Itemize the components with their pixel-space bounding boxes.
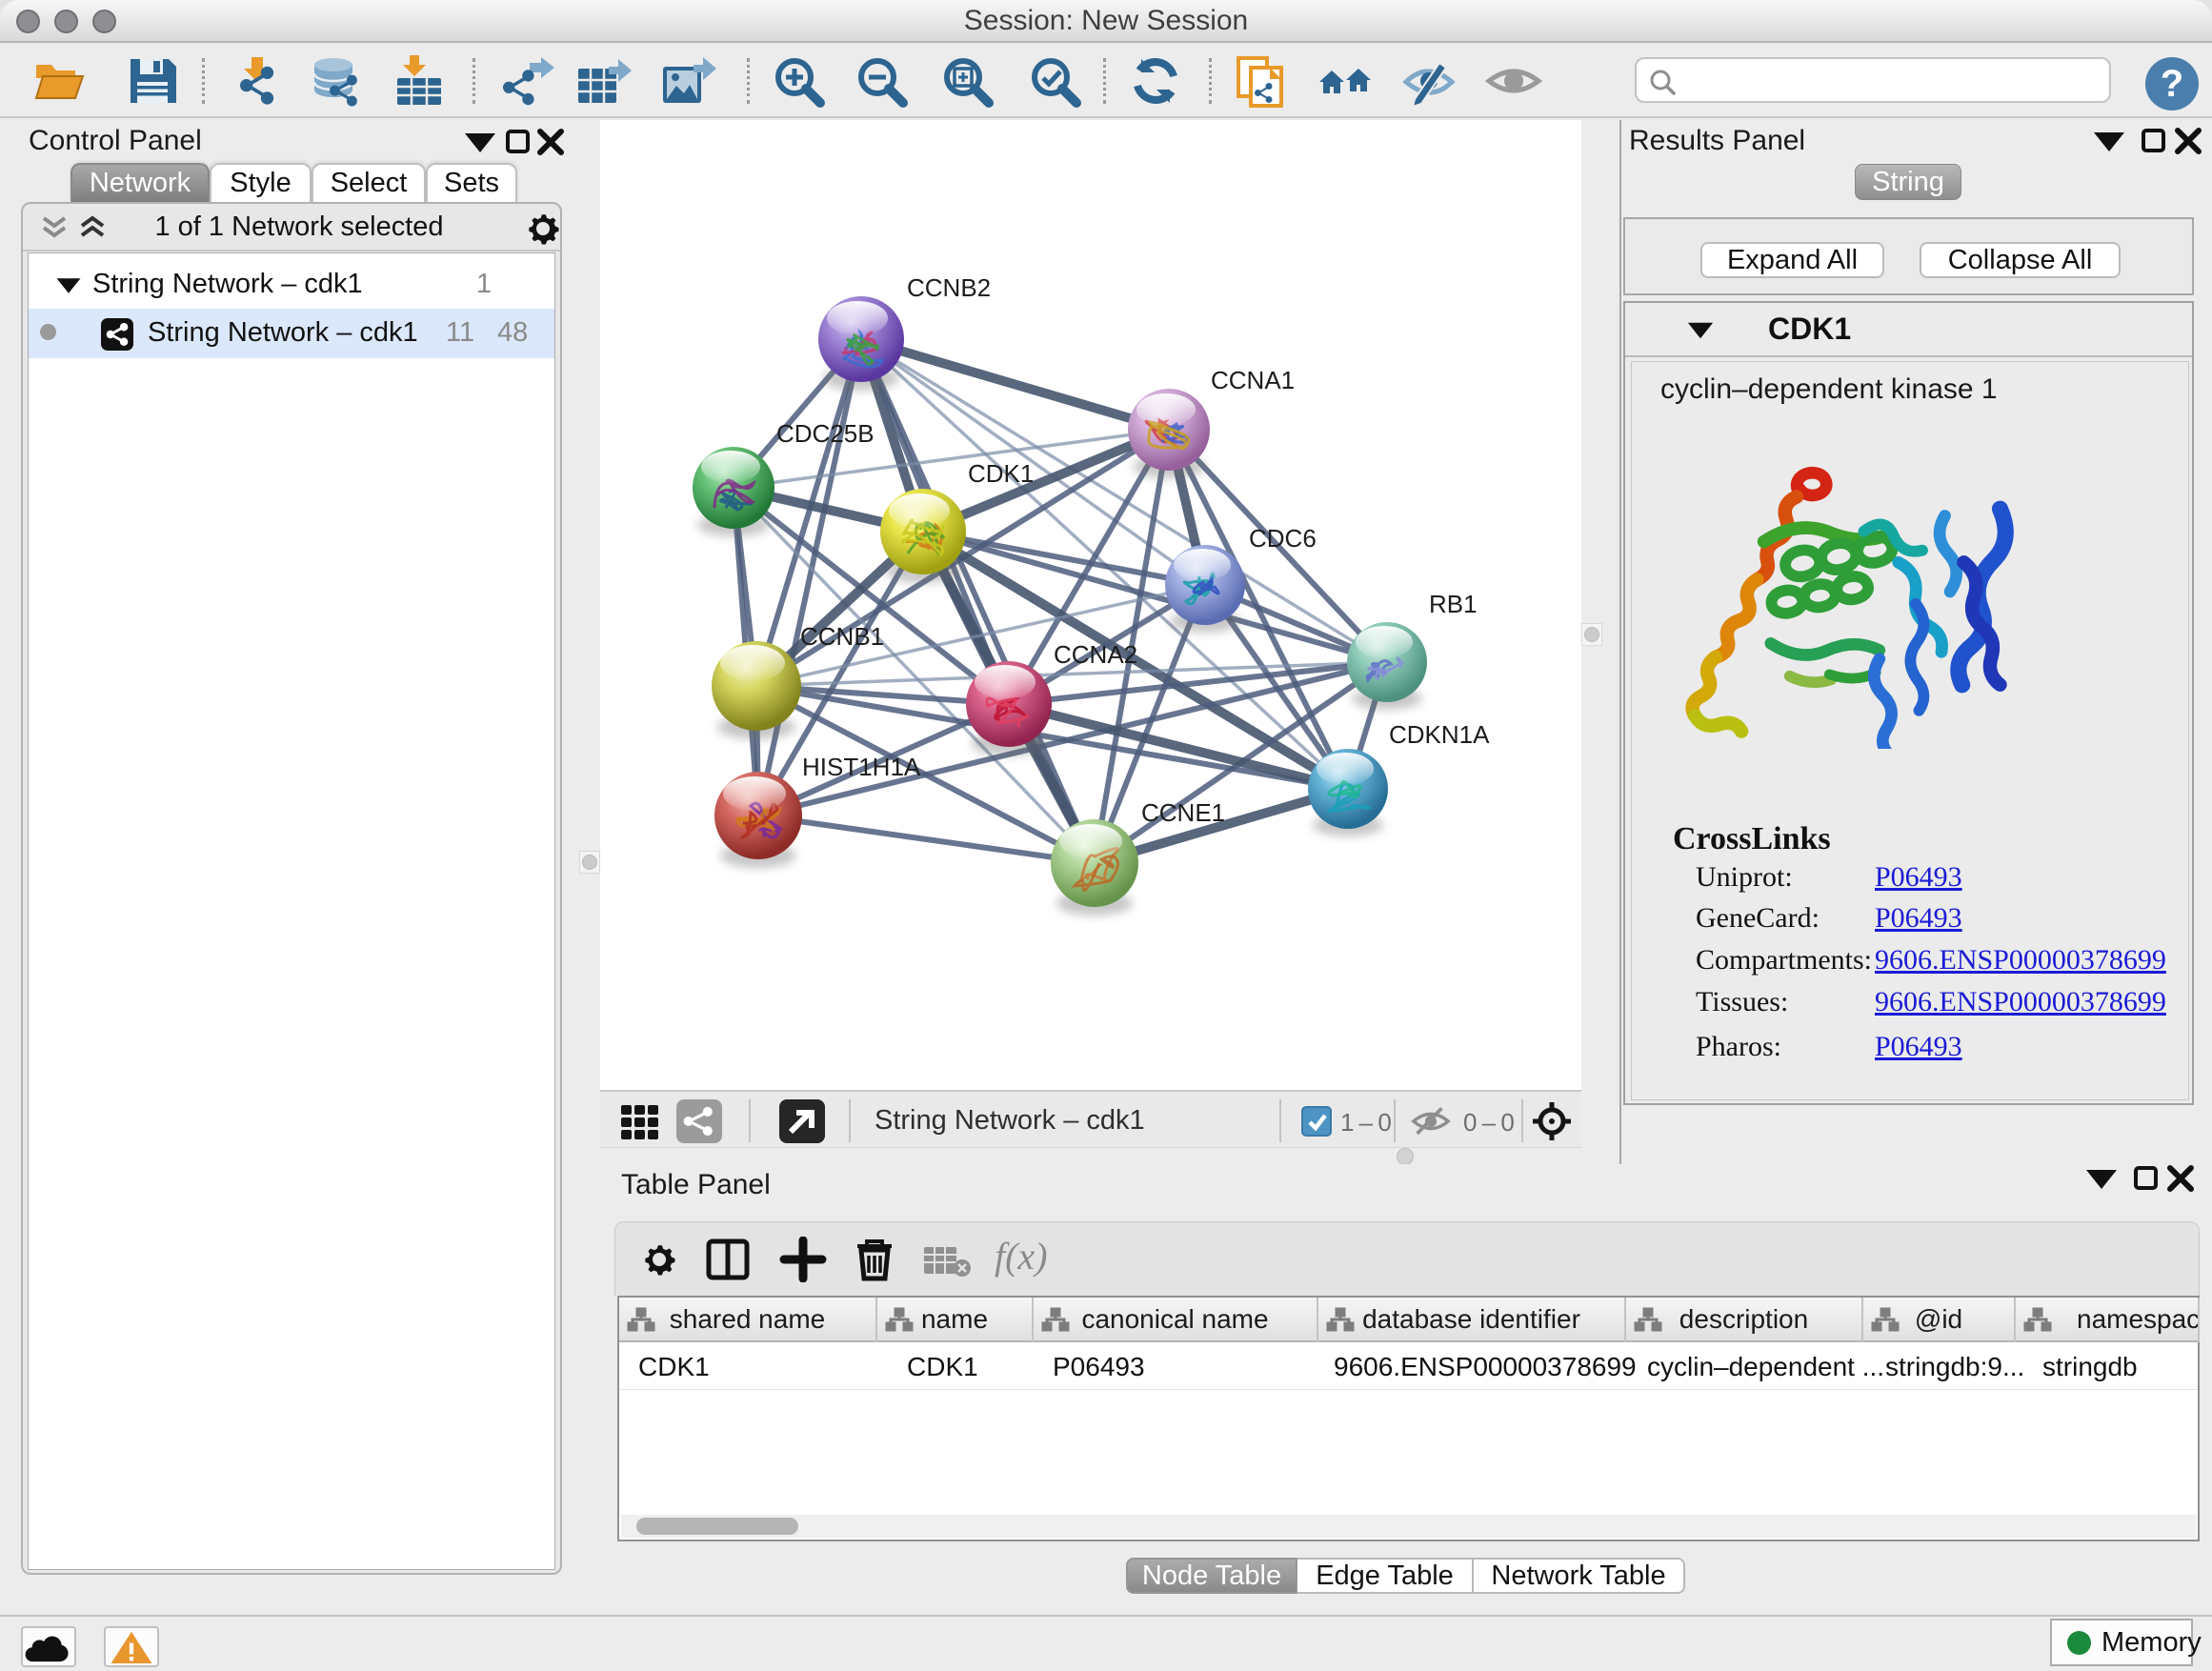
- svg-text:CDKN1A: CDKN1A: [1389, 720, 1490, 749]
- svg-text:CDK1: CDK1: [968, 459, 1034, 488]
- svg-text:CCNB1: CCNB1: [800, 622, 884, 651]
- svg-text:CCNA2: CCNA2: [1054, 640, 1137, 669]
- svg-text:CDC25B: CDC25B: [776, 419, 875, 448]
- svg-text:RB1: RB1: [1429, 590, 1478, 618]
- svg-text:HIST1H1A: HIST1H1A: [802, 753, 921, 781]
- svg-text:CCNE1: CCNE1: [1141, 798, 1225, 827]
- svg-text:CCNB2: CCNB2: [907, 273, 991, 302]
- svg-text:CCNA1: CCNA1: [1211, 366, 1295, 394]
- svg-text:CDC6: CDC6: [1249, 524, 1317, 553]
